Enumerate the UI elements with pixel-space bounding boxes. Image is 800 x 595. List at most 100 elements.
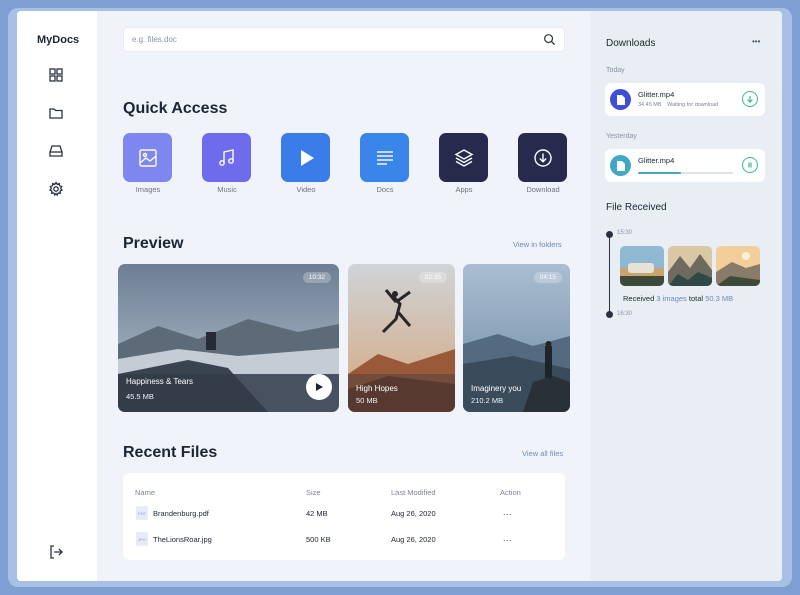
received-total: 50.3 MB	[705, 294, 734, 303]
timeline-dot	[606, 231, 613, 238]
music-tile[interactable]	[202, 133, 251, 182]
duration-badge: 04:15	[533, 272, 562, 283]
file-size: 500 KB	[306, 535, 331, 544]
doc-icon	[376, 150, 393, 165]
docs-tile[interactable]	[360, 133, 409, 182]
more-menu-icon[interactable]: •••	[752, 37, 760, 46]
jpg-file-icon: JPG	[136, 532, 148, 546]
download-name: Glitter.mp4	[638, 90, 675, 99]
drive-icon[interactable]	[47, 142, 65, 160]
card-title: Imaginery you	[471, 384, 522, 393]
image-tile[interactable]	[123, 133, 172, 182]
file-size: 42 MB	[306, 509, 328, 518]
play-icon	[300, 149, 314, 166]
quick-access-label: Video	[296, 185, 316, 194]
row-action-button[interactable]: ...	[503, 533, 512, 543]
timeline-line	[609, 234, 610, 315]
quick-access-label: Download	[526, 185, 560, 194]
grid-icon[interactable]	[47, 66, 65, 84]
file-name[interactable]: TheLionsRoar.jpg	[153, 535, 212, 544]
file-icon	[610, 89, 631, 110]
gear-icon[interactable]	[47, 180, 65, 198]
quick-access-label: Apps	[455, 185, 473, 194]
received-prefix: Received	[623, 294, 655, 303]
quick-access-label: Docs	[376, 185, 394, 194]
end-time: 16:30	[617, 311, 633, 317]
file-modified: Aug 26, 2020	[391, 535, 436, 544]
received-image-thumbnail[interactable]	[668, 246, 712, 286]
view-all-files-link[interactable]: View all files	[522, 449, 563, 458]
arrow-down-icon	[747, 96, 753, 103]
start-time: 15:30	[617, 230, 633, 236]
received-image-thumbnail[interactable]	[716, 246, 760, 286]
download-status: Waiting for download	[667, 102, 719, 108]
card-size: 50 MB	[356, 396, 378, 405]
card-size: 210.2 MB	[471, 396, 504, 405]
card-size: 45.5 MB	[126, 392, 154, 401]
download-start-button[interactable]	[742, 91, 758, 107]
row-action-button[interactable]: ...	[503, 507, 512, 517]
downloads-panel: Downloads ••• Today Glitter.mp4 34.45 MB…	[590, 11, 782, 581]
download-progress	[638, 172, 733, 174]
recent-files-title: Recent Files	[123, 444, 218, 461]
play-icon	[316, 383, 323, 391]
video-tile[interactable]	[281, 133, 330, 182]
folder-icon[interactable]	[47, 104, 65, 122]
received-image-thumbnail[interactable]	[620, 246, 664, 286]
quick-access-label: Music	[217, 185, 237, 194]
search-input[interactable]: e.g. files.doc	[132, 35, 543, 44]
quick-access-video[interactable]: Video	[281, 133, 331, 194]
download-icon	[533, 148, 552, 167]
pause-button[interactable]	[742, 157, 758, 173]
received-mid: total	[688, 294, 704, 303]
image-icon	[138, 148, 157, 167]
download-name: Glitter.mp4	[638, 156, 675, 165]
download-item[interactable]: Glitter.mp4	[605, 149, 765, 182]
card-title: Happiness & Tears	[126, 377, 193, 386]
column-header-name: Name	[135, 488, 156, 497]
download-size: 34.45 MB	[638, 102, 662, 108]
preview-card-happiness[interactable]: 10:32 Happiness & Tears 45.5 MB	[118, 264, 339, 412]
quick-access-label: Images	[135, 185, 161, 194]
yesterday-label: Yesterday	[606, 133, 637, 140]
file-modified: Aug 26, 2020	[391, 509, 436, 518]
play-button[interactable]	[306, 374, 332, 400]
duration-badge: 02:35	[418, 272, 447, 283]
main-content: e.g. files.doc Quick Access Images Music…	[97, 11, 590, 581]
pdf-file-icon: PDF	[136, 506, 148, 520]
column-header-size: Size	[306, 488, 321, 497]
file-name[interactable]: Brandenburg.pdf	[153, 509, 209, 518]
apps-tile[interactable]	[439, 133, 488, 182]
quick-access-download[interactable]: Download	[518, 133, 568, 194]
downloads-title: Downloads	[606, 38, 656, 49]
received-count[interactable]: 3 images	[656, 294, 686, 303]
quick-access-apps[interactable]: Apps	[439, 133, 489, 194]
quick-access-title: Quick Access	[123, 100, 228, 117]
download-item[interactable]: Glitter.mp4 34.45 MB Waiting for downloa…	[605, 83, 765, 116]
quick-access-docs[interactable]: Docs	[360, 133, 410, 194]
progress-fill	[638, 172, 681, 174]
card-title: High Hopes	[356, 384, 398, 393]
quick-access-images[interactable]: Images	[123, 133, 173, 194]
preview-card-high-hopes[interactable]: 02:35 High Hopes 50 MB	[348, 264, 455, 412]
brand-logo: MyDocs	[37, 34, 80, 46]
duration-badge: 10:32	[302, 272, 331, 283]
search-icon[interactable]	[543, 33, 556, 46]
column-header-modified: Last Modified	[391, 488, 436, 497]
logout-icon[interactable]	[47, 543, 65, 561]
download-meta: 34.45 MB Waiting for download	[638, 102, 718, 108]
download-tile[interactable]	[518, 133, 567, 182]
search-bar[interactable]: e.g. files.doc	[123, 27, 565, 52]
preview-card-imaginery[interactable]: 04:15 Imaginery you 210.2 MB	[463, 264, 570, 412]
today-label: Today	[606, 67, 625, 74]
pause-icon	[748, 162, 752, 168]
app-window: MyDocs e.g. files.doc Quick Access Image…	[17, 11, 782, 581]
layers-icon	[454, 148, 473, 167]
music-icon	[218, 148, 234, 166]
preview-title: Preview	[123, 235, 184, 252]
view-in-folders-link[interactable]: View in folders	[513, 240, 562, 249]
timeline-dot	[606, 311, 613, 318]
file-received-title: File Received	[606, 202, 667, 213]
file-icon	[610, 155, 631, 176]
quick-access-music[interactable]: Music	[202, 133, 252, 194]
